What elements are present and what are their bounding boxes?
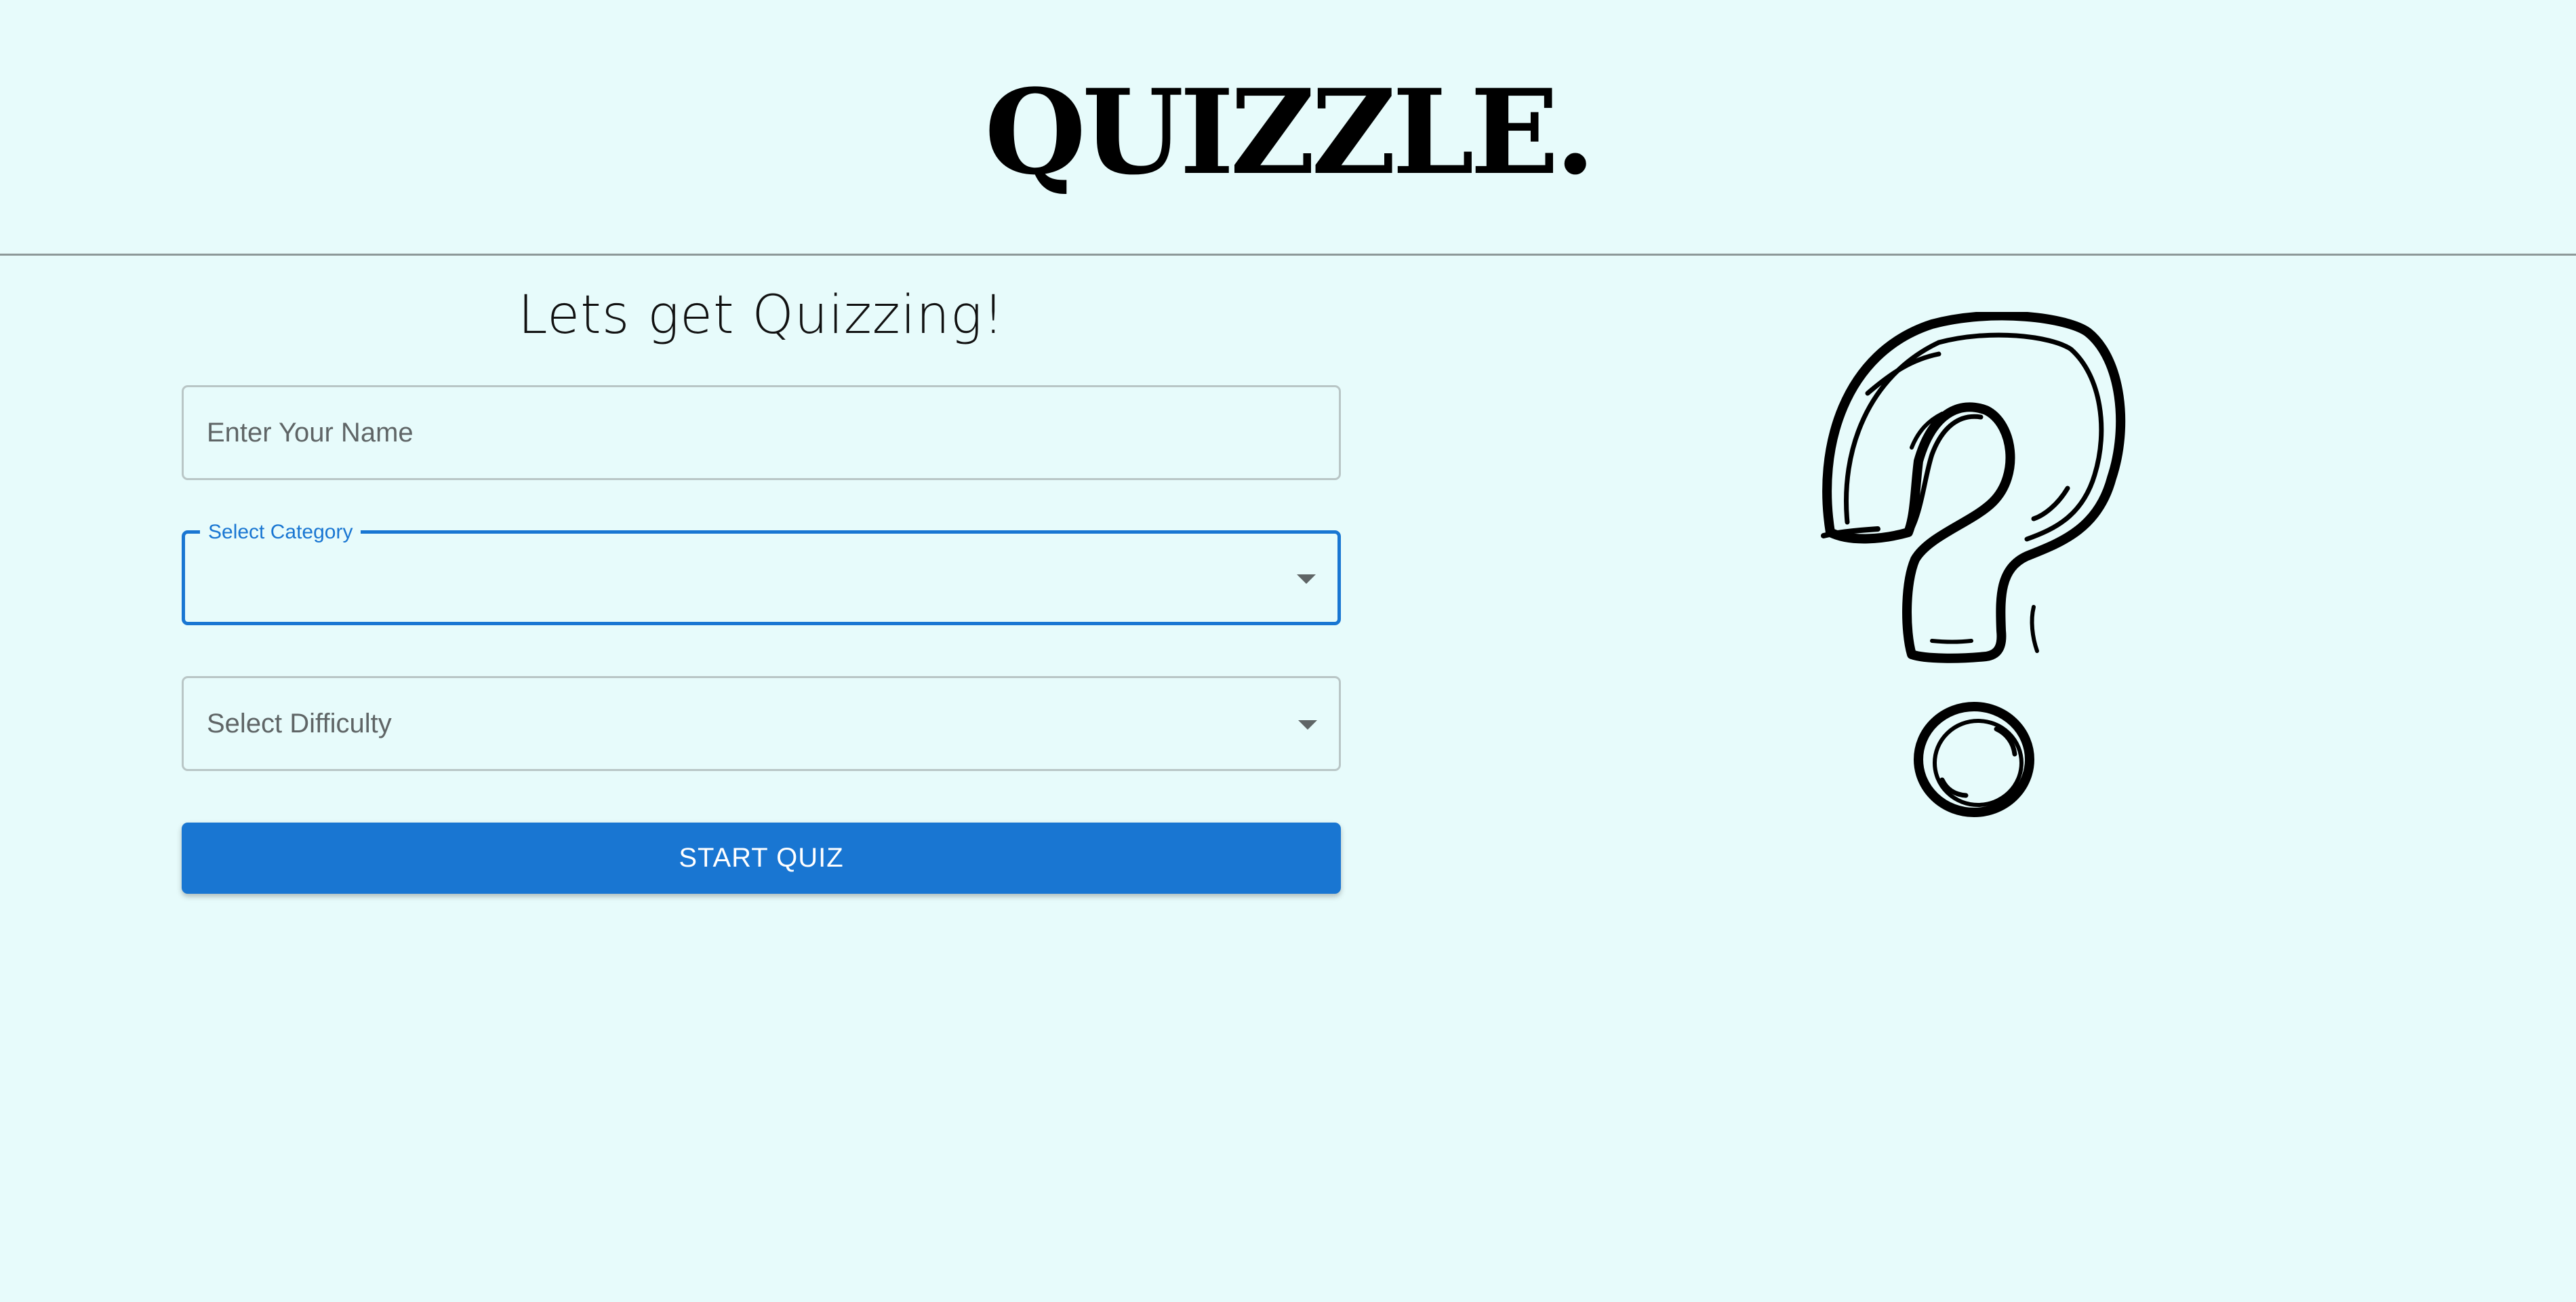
- category-select[interactable]: Select Category: [182, 519, 1341, 625]
- name-input[interactable]: Enter Your Name: [182, 385, 1341, 480]
- app-header: QUIZZLE.: [0, 0, 2576, 256]
- start-quiz-button[interactable]: START QUIZ: [182, 823, 1341, 894]
- form-heading: Lets get Quizzing!: [518, 285, 1005, 346]
- category-select-label: Select Category: [200, 519, 361, 546]
- dropdown-arrow-icon: [1297, 574, 1316, 584]
- question-mark-icon: [1803, 311, 2142, 827]
- difficulty-select-label: Select Difficulty: [207, 709, 392, 738]
- app-logo: QUIZZLE.: [984, 63, 1595, 201]
- name-input-placeholder: Enter Your Name: [207, 418, 414, 448]
- difficulty-select[interactable]: Select Difficulty: [182, 676, 1341, 771]
- dropdown-arrow-icon: [1298, 720, 1317, 730]
